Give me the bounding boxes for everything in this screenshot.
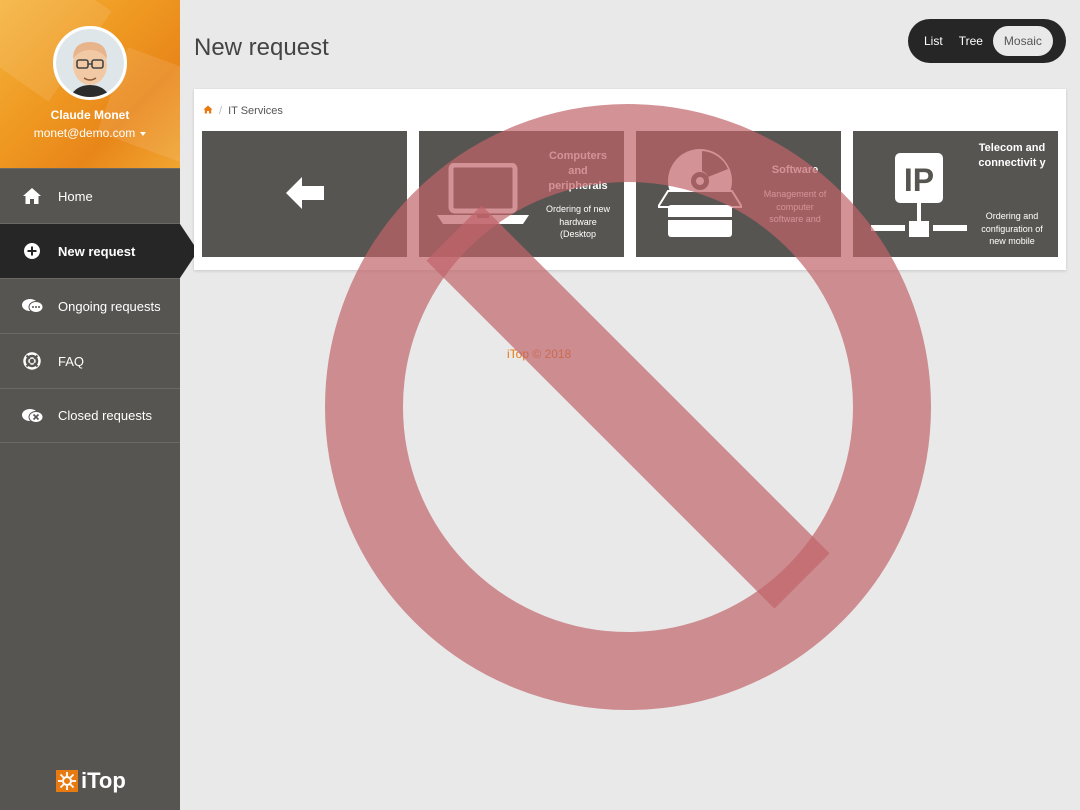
avatar[interactable]: [53, 26, 127, 100]
tile-title: Software: [771, 164, 819, 176]
tile-description: Ordering and configuration of new mobile: [981, 211, 1043, 246]
services-panel: / IT Services Computers and peripherals …: [194, 89, 1066, 270]
service-tiles: Computers and peripherals Ordering of ne…: [202, 131, 1058, 257]
breadcrumb-current: IT Services: [228, 105, 283, 117]
plus-circle-icon: [21, 240, 43, 262]
caret-down-icon: [140, 131, 147, 136]
breadcrumb: / IT Services: [203, 105, 283, 117]
sidebar-item-faq[interactable]: FAQ: [0, 333, 180, 388]
arrow-left-icon: [286, 177, 324, 214]
itop-logo-icon: [56, 770, 78, 792]
view-list-button[interactable]: List: [916, 26, 951, 56]
sidebar-item-label: Ongoing requests: [58, 298, 161, 314]
chat-closed-icon: [21, 405, 43, 427]
sidebar-item-ongoing-requests[interactable]: Ongoing requests: [0, 278, 180, 333]
view-tree-button[interactable]: Tree: [951, 26, 991, 56]
user-profile: Claude Monet monet@demo.com: [0, 0, 180, 168]
view-mosaic-button[interactable]: Mosaic: [992, 26, 1053, 56]
home-icon: [21, 185, 43, 207]
tile-title: Computers and peripherals: [548, 150, 608, 192]
sidebar-item-label: New request: [58, 243, 136, 259]
tile-software[interactable]: Software Management of computer software…: [636, 131, 841, 257]
home-icon[interactable]: [203, 105, 213, 117]
view-mode-toggle: List Tree Mosaic: [908, 19, 1066, 63]
footer-copyright: iTop © 2018: [507, 347, 572, 361]
chat-bubbles-icon: [21, 295, 43, 317]
page-title: New request: [194, 34, 329, 61]
sidebar-item-label: FAQ: [58, 353, 85, 369]
tile-back[interactable]: [202, 131, 407, 257]
sidebar-item-label: Closed requests: [58, 408, 152, 423]
itop-logo[interactable]: iTop: [56, 768, 126, 794]
tile-title: Telecom and connectivit y: [978, 142, 1046, 169]
sidebar-item-label: Home: [58, 188, 93, 204]
sidebar: Claude Monet monet@demo.com Home New req…: [0, 0, 198, 810]
sidebar-item-new-request[interactable]: New request: [0, 223, 198, 278]
sidebar-item-closed-requests[interactable]: Closed requests: [0, 388, 180, 443]
laptop-icon: [437, 162, 529, 230]
user-name: Claude Monet: [50, 108, 130, 122]
logo-text: iTop: [81, 768, 126, 793]
tile-telecom-connectivity[interactable]: IP Telecom and connectivit y Ordering an…: [853, 131, 1058, 257]
svg-text:IP: IP: [904, 162, 934, 198]
user-email: monet@demo.com: [33, 126, 136, 140]
tile-description: Ordering of new hardware (Desktop: [545, 204, 611, 239]
sidebar-menu: Home New request Ongoing requests FAQ Cl…: [0, 168, 198, 443]
breadcrumb-separator: /: [219, 105, 223, 117]
sidebar-item-home[interactable]: Home: [0, 168, 180, 223]
ip-network-icon: IP: [871, 153, 967, 244]
tile-description: Management of computer software and: [763, 189, 827, 224]
user-menu-toggle[interactable]: monet@demo.com: [0, 126, 180, 140]
lifebuoy-icon: [21, 350, 43, 372]
software-box-icon: [656, 149, 744, 244]
tile-computers-peripherals[interactable]: Computers and peripherals Ordering of ne…: [419, 131, 624, 257]
